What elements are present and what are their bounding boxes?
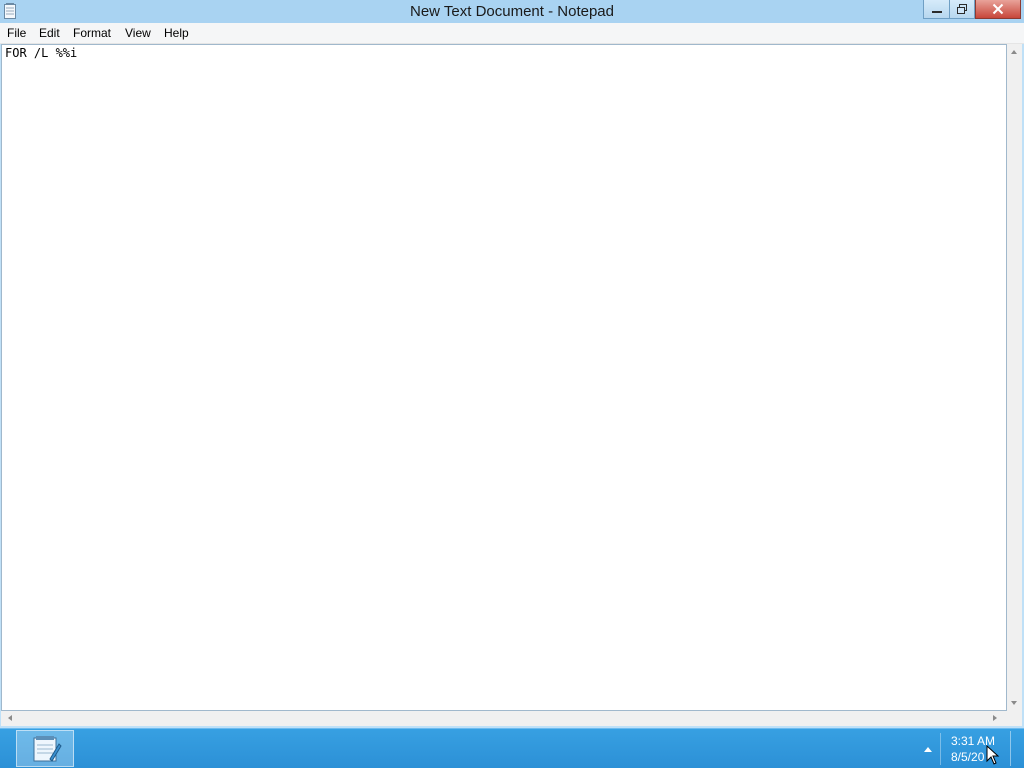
menu-view[interactable]: View (125, 26, 151, 40)
menu-help[interactable]: Help (164, 26, 189, 40)
taskbar: 3:31 AM 8/5/20 (0, 728, 1024, 768)
editor-content[interactable]: FOR /L %%i (5, 46, 77, 60)
menu-bar: File Edit Format View Help (0, 23, 1024, 44)
show-hidden-icons-arrow[interactable] (924, 747, 932, 752)
window-title: New Text Document - Notepad (410, 3, 614, 20)
scroll-up-icon[interactable] (1011, 50, 1017, 54)
restore-icon (957, 4, 967, 14)
tray-divider (940, 733, 941, 765)
minimize-button[interactable] (923, 0, 949, 19)
notepad-window: New Text Document - Notepad File Edit Fo… (0, 0, 1024, 728)
menu-edit[interactable]: Edit (39, 26, 60, 40)
close-icon (992, 3, 1004, 15)
notepad-icon (33, 736, 62, 762)
minimize-icon (931, 11, 942, 13)
horizontal-scrollbar[interactable] (1, 711, 1007, 726)
show-desktop-button[interactable] (1010, 731, 1023, 766)
title-bar[interactable]: New Text Document - Notepad (0, 0, 1024, 23)
menu-file[interactable]: File (7, 26, 26, 40)
vertical-scrollbar[interactable] (1007, 44, 1022, 711)
maximize-button[interactable] (949, 0, 975, 19)
mouse-cursor-icon (986, 745, 1000, 765)
taskbar-notepad-button[interactable] (16, 730, 74, 767)
scroll-left-icon[interactable] (8, 715, 12, 721)
scroll-down-icon[interactable] (1011, 701, 1017, 705)
close-button[interactable] (975, 0, 1021, 19)
scroll-right-icon[interactable] (993, 715, 997, 721)
text-editor[interactable]: FOR /L %%i (1, 44, 1007, 711)
scrollbar-corner (1007, 711, 1022, 726)
menu-format[interactable]: Format (73, 26, 111, 40)
